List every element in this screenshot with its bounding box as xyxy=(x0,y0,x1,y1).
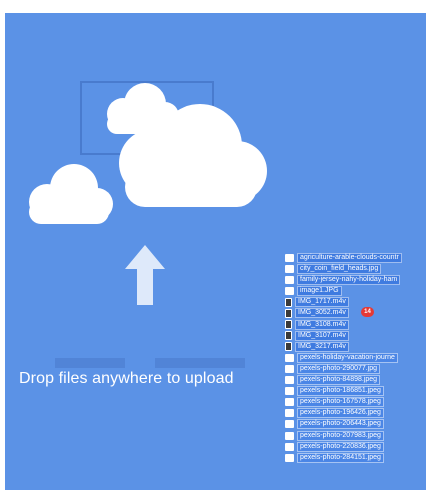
video-file-icon xyxy=(285,320,292,330)
cloud-icon xyxy=(107,83,179,134)
image-file-icon xyxy=(285,287,294,296)
image-file-icon xyxy=(285,409,294,418)
dragged-file-item: pexels-photo-284151.jpeg xyxy=(285,452,431,463)
dragged-file-name: pexels-photo-84898.jpeg xyxy=(297,375,381,386)
image-file-icon xyxy=(285,431,294,440)
dragged-file-item: pexels-photo-206443.jpeg xyxy=(285,419,431,430)
image-file-icon xyxy=(285,364,294,373)
dragged-file-item: pexels-photo-220836.jpeg xyxy=(285,441,431,452)
dragged-file-item: pexels-photo-207983.jpeg xyxy=(285,430,431,441)
dragged-file-name: image1.JPG xyxy=(297,286,342,297)
dragged-file-name: pexels-photo-207983.jpeg xyxy=(297,430,384,441)
dragged-file-item: IMG_3108.m4v xyxy=(285,319,431,330)
dragged-file-item: IMG_3107.m4v xyxy=(285,330,431,341)
image-file-icon xyxy=(285,387,294,396)
image-file-icon xyxy=(285,353,294,362)
dragged-file-name: IMG_3107.m4v xyxy=(295,330,349,341)
dragged-file-item: family-jersey-nahy-holiday-ham xyxy=(285,275,431,286)
dragged-file-item: IMG_3217.m4v xyxy=(285,341,431,352)
dragged-file-name: pexels-photo-220836.jpeg xyxy=(297,441,384,452)
file-count-badge: 14 xyxy=(361,307,374,317)
video-file-icon xyxy=(285,342,292,352)
dragged-file-name: pexels-photo-206443.jpeg xyxy=(297,419,384,430)
image-file-icon xyxy=(285,398,294,407)
dragged-file-name: pexels-photo-196426.jpeg xyxy=(297,408,384,419)
image-file-icon xyxy=(285,420,294,429)
dragged-file-item: IMG_3052.m4v xyxy=(285,308,431,319)
upload-arrow-icon xyxy=(125,245,165,305)
dragged-file-name: pexels-holiday-vacation-journe xyxy=(297,352,398,363)
dragged-file-item: IMG_1717.m4v xyxy=(285,297,431,308)
dragged-file-name: IMG_1717.m4v xyxy=(295,297,349,308)
dragged-file-name: IMG_3052.m4v xyxy=(295,308,349,319)
dragged-file-name: pexels-photo-284151.jpeg xyxy=(297,452,384,463)
dragged-file-item: pexels-photo-186851.jpeg xyxy=(285,386,431,397)
dragged-file-name: city_coin_field_heads.jpg xyxy=(297,264,382,275)
page-frame: Drop files anywhere to upload agricultur… xyxy=(0,0,431,490)
dragged-file-item: pexels-photo-84898.jpeg xyxy=(285,375,431,386)
cloud-icon xyxy=(29,164,113,224)
dragged-file-item: agriculture-arable-clouds-countr xyxy=(285,253,431,263)
dragged-file-name: IMG_3217.m4v xyxy=(295,341,349,352)
image-file-icon xyxy=(285,265,294,274)
dragged-file-name: pexels-photo-167578.jpeg xyxy=(297,397,384,408)
image-file-icon xyxy=(285,276,294,285)
image-file-icon xyxy=(285,254,294,262)
dragged-file-item: image1.JPG xyxy=(285,286,431,297)
ghost-toolbar xyxy=(155,358,245,368)
dragged-file-name: IMG_3108.m4v xyxy=(295,319,349,330)
dragged-file-item: pexels-holiday-vacation-journe xyxy=(285,352,431,363)
dragged-file-name: pexels-photo-290077.jpg xyxy=(297,363,381,374)
ghost-toolbar xyxy=(55,358,125,368)
dragged-file-item: pexels-photo-196426.jpeg xyxy=(285,408,431,419)
image-file-icon xyxy=(285,453,294,462)
image-file-icon xyxy=(285,442,294,451)
dragged-file-name: pexels-photo-186851.jpeg xyxy=(297,386,384,397)
dragged-file-name: family-jersey-nahy-holiday-ham xyxy=(297,275,401,286)
image-file-icon xyxy=(285,376,294,385)
video-file-icon xyxy=(285,308,292,318)
dragged-files-list: agriculture-arable-clouds-countr city_coi… xyxy=(285,253,431,464)
dragged-file-item: pexels-photo-167578.jpeg xyxy=(285,397,431,408)
video-file-icon xyxy=(285,331,292,341)
drop-message: Drop files anywhere to upload xyxy=(19,370,234,387)
video-file-icon xyxy=(285,297,292,307)
dragged-file-item: pexels-photo-290077.jpg xyxy=(285,363,431,374)
dragged-file-name: agriculture-arable-clouds-countr xyxy=(297,253,402,263)
dragged-file-item: city_coin_field_heads.jpg xyxy=(285,264,431,275)
